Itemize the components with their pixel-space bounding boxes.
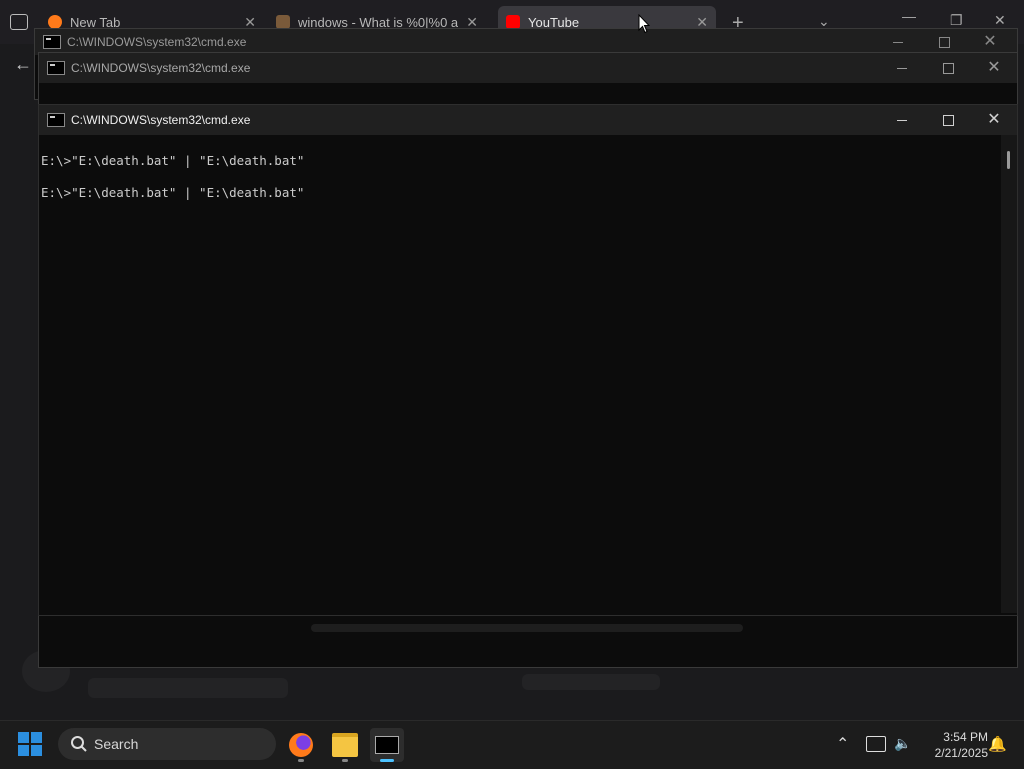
scrollbar-thumb[interactable] xyxy=(311,624,743,632)
taskbar-search-box[interactable]: Search xyxy=(58,728,276,760)
running-indicator xyxy=(342,759,348,762)
file-explorer-taskbar-button[interactable] xyxy=(328,728,362,762)
title-bar[interactable]: C:\WINDOWS\system32\cmd.exe ✕ xyxy=(39,105,1017,135)
close-button[interactable]: ✕ xyxy=(971,105,1017,135)
terminal-line: E:\>"E:\death.bat" | "E:\death.bat" xyxy=(41,185,305,200)
close-icon: ✕ xyxy=(983,33,997,50)
clock-date: 2/21/2025 xyxy=(934,746,988,760)
clock-time: 3:54 PM xyxy=(943,730,988,744)
cmd-app-icon xyxy=(47,113,65,127)
window-title: C:\WINDOWS\system32\cmd.exe xyxy=(67,35,247,49)
window-title: C:\WINDOWS\system32\cmd.exe xyxy=(71,113,251,127)
close-button[interactable]: ✕ xyxy=(971,53,1017,83)
stackexchange-tab-icon xyxy=(276,15,290,29)
close-icon: ✕ xyxy=(987,111,1001,128)
taskbar-clock[interactable]: 3:54 PM 2/21/2025 xyxy=(918,729,988,761)
vertical-scrollbar[interactable] xyxy=(1001,135,1017,613)
search-icon xyxy=(70,735,88,753)
cmd-app-icon xyxy=(43,35,61,49)
mouse-cursor-icon xyxy=(638,13,651,39)
terminal-line: E:\>"E:\death.bat" | "E:\death.bat" xyxy=(41,153,305,168)
maximize-icon xyxy=(942,62,954,74)
title-bar[interactable]: C:\WINDOWS\system32\cmd.exe ✕ xyxy=(39,53,1017,83)
youtube-tab-icon xyxy=(506,15,520,29)
firefox-tab-icon xyxy=(48,15,62,29)
search-label: Search xyxy=(94,736,139,752)
cmd-app-icon xyxy=(47,61,65,75)
back-arrow-icon[interactable]: ← xyxy=(14,54,32,75)
windows-logo-icon xyxy=(18,732,44,756)
cmd-taskbar-button[interactable] xyxy=(370,728,404,762)
minimize-icon xyxy=(897,67,907,69)
active-indicator xyxy=(380,759,394,762)
restore-icon[interactable]: ❐ xyxy=(950,12,963,29)
maximize-icon xyxy=(942,114,954,126)
text-placeholder xyxy=(88,678,288,698)
maximize-button[interactable] xyxy=(925,53,971,83)
notification-bell-icon[interactable]: 🔔 xyxy=(988,735,1007,753)
minimize-icon[interactable]: — xyxy=(902,8,916,24)
folder-icon xyxy=(332,733,358,757)
cmd-icon xyxy=(375,736,399,754)
network-icon[interactable] xyxy=(866,736,886,752)
window-title: C:\WINDOWS\system32\cmd.exe xyxy=(71,61,251,75)
chevron-up-icon[interactable]: ⌃ xyxy=(836,734,849,754)
maximize-button[interactable] xyxy=(925,105,971,135)
firefox-taskbar-button[interactable] xyxy=(284,728,318,762)
minimize-button[interactable] xyxy=(879,53,925,83)
tab-list-icon[interactable] xyxy=(10,14,28,30)
minimize-icon xyxy=(893,41,903,43)
close-icon[interactable]: ✕ xyxy=(994,12,1006,29)
volume-muted-icon[interactable]: 🔈 xyxy=(894,735,911,752)
maximize-icon xyxy=(938,36,950,48)
scrollbar-thumb[interactable] xyxy=(1007,151,1010,169)
running-indicator xyxy=(298,759,304,762)
start-button[interactable] xyxy=(18,732,44,758)
close-icon: ✕ xyxy=(987,59,1001,76)
minimize-button[interactable] xyxy=(879,105,925,135)
cmd-window-front[interactable]: C:\WINDOWS\system32\cmd.exe ✕ E:\>"E:\de… xyxy=(38,104,1018,616)
firefox-icon xyxy=(289,733,313,757)
minimize-icon xyxy=(897,119,907,121)
text-placeholder xyxy=(522,674,660,690)
